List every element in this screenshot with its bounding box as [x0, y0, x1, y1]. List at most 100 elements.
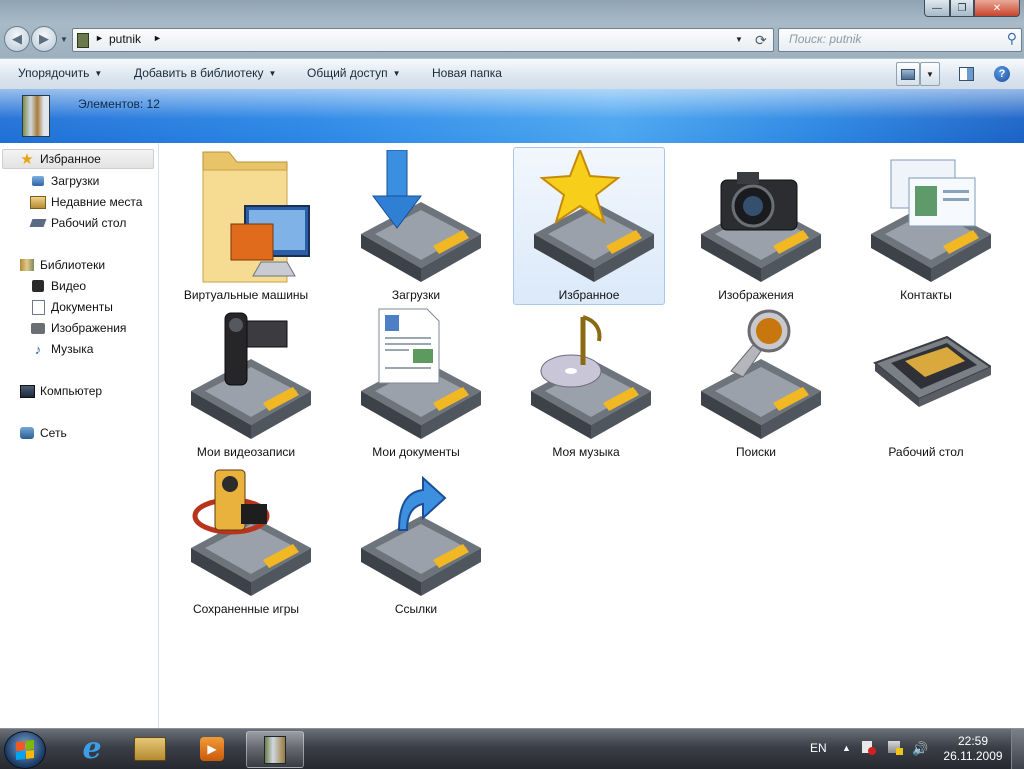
navigation-pane: ★ Избранное Загрузки Недавние места Рабо…: [0, 143, 159, 728]
volume-icon[interactable]: 🔊: [912, 741, 928, 756]
libraries-icon: [19, 258, 35, 272]
organize-label: Упорядочить: [18, 66, 90, 80]
item-label: Мои документы: [372, 445, 460, 459]
back-button[interactable]: ◀: [4, 26, 30, 52]
windows-logo-icon: [16, 740, 34, 760]
item-label: Мои видеозаписи: [196, 445, 296, 459]
show-desktop-button[interactable]: [1011, 729, 1024, 769]
breadcrumb-separator[interactable]: ►: [153, 33, 162, 43]
music-note-icon: ♪: [34, 341, 42, 357]
add-to-library-menu[interactable]: Добавить в библиотеку ▼: [134, 66, 276, 80]
folder-pictures[interactable]: Изображения: [680, 147, 832, 305]
change-view-button[interactable]: [896, 62, 920, 86]
folder-contacts[interactable]: Контакты: [850, 147, 1002, 305]
show-hidden-icons-button[interactable]: ▲: [842, 743, 851, 753]
item-label: Виртуальные машины: [183, 288, 309, 302]
nav-network-label: Сеть: [40, 426, 67, 440]
nav-item-downloads[interactable]: Загрузки: [30, 171, 99, 191]
organize-menu[interactable]: Упорядочить ▼: [18, 66, 102, 80]
nav-computer[interactable]: Компьютер: [19, 381, 102, 401]
chevron-down-icon: ▼: [926, 69, 934, 79]
forward-button[interactable]: ▶: [31, 26, 57, 52]
item-label: Загрузки: [391, 288, 441, 302]
nav-item-music[interactable]: ♪ Музыка: [30, 339, 94, 359]
taskbar: e ▶ EN ▲ 🔊 22:59 26.11.2009: [0, 728, 1024, 769]
folder-videos[interactable]: Мои видеозаписи: [170, 304, 322, 462]
folder-saved-games[interactable]: Сохраненные игры: [170, 461, 322, 619]
breadcrumb-putnik[interactable]: putnik: [109, 32, 141, 46]
folder-music[interactable]: Моя музыка: [510, 304, 662, 462]
taskbar-media-player[interactable]: ▶: [184, 731, 240, 766]
action-center-flag-icon[interactable]: [862, 741, 876, 755]
share-menu[interactable]: Общий доступ ▼: [307, 66, 401, 80]
clock-date: 26.11.2009: [943, 749, 1003, 763]
search-icon[interactable]: ⚲: [1007, 30, 1017, 47]
desktop-folder-icon: [873, 335, 991, 407]
system-clock[interactable]: 22:59 26.11.2009: [936, 734, 1010, 764]
start-button[interactable]: [4, 731, 46, 769]
camera-icon: [30, 321, 46, 335]
nav-item-recent-places[interactable]: Недавние места: [30, 192, 142, 212]
gray-drive-base-icon: [191, 359, 311, 439]
nav-favorites[interactable]: ★ Избранное: [2, 149, 154, 169]
recent-places-icon: [30, 195, 46, 209]
nav-favorites-label: Избранное: [40, 152, 101, 166]
search-placeholder: Поиск: putnik: [789, 32, 862, 46]
file-list: Виртуальные машины Загрузки Избранное Из…: [159, 143, 1024, 728]
internet-explorer-icon: e: [82, 731, 102, 766]
playing-card-icon: [192, 469, 270, 535]
nav-libraries[interactable]: Библиотеки: [19, 255, 105, 275]
folder-virtual-machines[interactable]: Виртуальные машины: [170, 147, 322, 305]
item-label: Моя музыка: [552, 445, 620, 459]
help-icon: ?: [994, 66, 1010, 82]
clock-time: 22:59: [957, 734, 989, 748]
item-label: Контакты: [900, 288, 952, 302]
folder-searches[interactable]: Поиски: [680, 304, 832, 462]
folder-desktop[interactable]: Рабочий стол: [850, 304, 1002, 462]
preview-pane-button[interactable]: [954, 62, 978, 86]
maximize-button[interactable]: ❐: [950, 0, 974, 17]
download-icon: [30, 174, 46, 188]
item-label: Сохраненные игры: [192, 602, 300, 616]
nav-item-label: Документы: [51, 300, 113, 314]
share-label: Общий доступ: [307, 66, 388, 80]
folder-links[interactable]: Ссылки: [340, 461, 492, 619]
item-label: Избранное: [558, 288, 620, 302]
nav-network[interactable]: Сеть: [19, 423, 67, 443]
taskbar-explorer[interactable]: [122, 731, 178, 766]
breadcrumb-separator[interactable]: ►: [95, 33, 104, 43]
network-icon[interactable]: [888, 741, 903, 755]
nav-item-pictures[interactable]: Изображения: [30, 318, 126, 338]
language-indicator[interactable]: EN: [810, 741, 827, 755]
folder-downloads[interactable]: Загрузки: [340, 147, 492, 305]
help-button[interactable]: ?: [990, 62, 1014, 86]
minimize-button[interactable]: —: [924, 0, 950, 17]
user-folder-icon: [77, 33, 89, 48]
address-history-dropdown[interactable]: ▼: [735, 35, 743, 44]
command-bar: Упорядочить ▼ Добавить в библиотеку ▼ Общи…: [0, 58, 1024, 89]
nav-item-label: Рабочий стол: [51, 216, 127, 230]
item-label: Поиски: [736, 445, 776, 459]
refresh-icon[interactable]: ⟳: [755, 32, 767, 49]
close-button[interactable]: ✕: [974, 0, 1020, 17]
folder-favorites[interactable]: Избранное: [513, 147, 665, 305]
new-folder-button[interactable]: Новая папка: [432, 66, 502, 80]
search-box[interactable]: Поиск: putnik ⚲: [778, 28, 1022, 52]
nav-item-video[interactable]: Видео: [30, 276, 86, 296]
nav-item-documents[interactable]: Документы: [30, 297, 113, 317]
video-icon: [30, 279, 46, 293]
item-label: Изображения: [718, 288, 794, 302]
view-options-dropdown[interactable]: ▼: [920, 62, 940, 86]
document-icon: [30, 299, 46, 315]
recent-pages-dropdown[interactable]: ▼: [60, 35, 68, 44]
computer-icon: [19, 384, 35, 398]
chevron-down-icon: ▼: [392, 69, 401, 78]
taskbar-active-window[interactable]: [246, 731, 304, 768]
contact-card-icon: [890, 159, 976, 227]
nav-item-label: Загрузки: [51, 174, 100, 188]
address-bar[interactable]: ► putnik ► ▼ ⟳: [72, 28, 774, 52]
folder-documents[interactable]: Мои документы: [340, 304, 492, 462]
nav-item-desktop[interactable]: Рабочий стол: [29, 213, 127, 233]
virtual-machines-folder-icon: [202, 151, 310, 283]
taskbar-internet-explorer[interactable]: e: [64, 731, 120, 766]
